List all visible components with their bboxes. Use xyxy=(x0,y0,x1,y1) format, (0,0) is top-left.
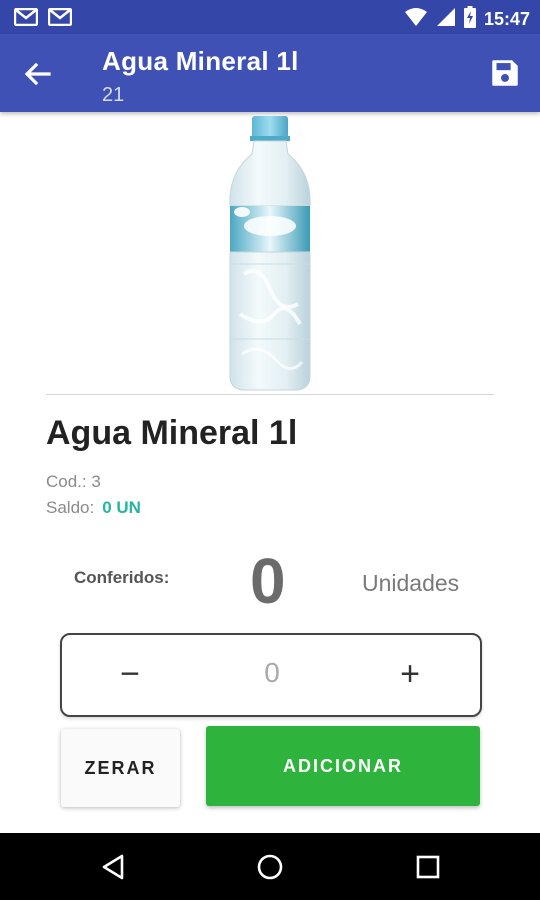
saldo-label: Saldo: xyxy=(46,498,95,517)
clock: 15:47 xyxy=(483,9,530,29)
page-title: Agua Mineral 1l xyxy=(102,46,299,76)
divider xyxy=(46,394,494,395)
conferidos-label: Conferidos: xyxy=(74,568,170,587)
gmail-icon xyxy=(14,8,38,26)
nav-home-button[interactable] xyxy=(254,851,286,883)
back-button[interactable] xyxy=(22,58,54,90)
product-name: Agua Mineral 1l xyxy=(46,414,298,452)
arrow-back-icon xyxy=(24,62,51,86)
nav-back-icon xyxy=(102,854,124,880)
page-subtitle: 21 xyxy=(102,84,125,106)
signal-icon xyxy=(436,7,456,32)
increment-button[interactable]: + xyxy=(390,649,430,699)
zerar-button[interactable]: ZERAR xyxy=(61,729,180,807)
system-icons: 15:47 xyxy=(404,6,530,33)
battery-charging-icon xyxy=(463,6,476,33)
saldo-row: Saldo: 0 UN xyxy=(46,498,141,518)
notification-icons xyxy=(14,8,72,26)
wifi-icon xyxy=(404,7,428,32)
adicionar-button[interactable]: ADICIONAR xyxy=(206,726,480,806)
save-button[interactable] xyxy=(488,56,522,90)
product-code: Cod.: 3 xyxy=(46,472,101,491)
product-image xyxy=(200,114,340,394)
gmail-icon xyxy=(48,8,72,26)
status-bar: 15:47 xyxy=(0,0,540,34)
quantity-input[interactable]: 0 xyxy=(222,657,322,689)
water-bottle-image xyxy=(229,116,311,391)
nav-home-icon xyxy=(257,854,283,880)
app-bar: Agua Mineral 1l 21 xyxy=(0,34,540,112)
saldo-value: 0 UN xyxy=(102,498,141,517)
nav-recents-icon xyxy=(416,855,440,879)
nav-recents-button[interactable] xyxy=(412,851,444,883)
nav-back-button[interactable] xyxy=(98,851,130,883)
unit-label: Unidades xyxy=(362,570,460,596)
quantity-stepper: − 0 + xyxy=(60,633,482,717)
decrement-button[interactable]: − xyxy=(110,649,150,699)
system-nav-bar xyxy=(0,833,540,900)
save-icon xyxy=(492,60,518,86)
conferidos-value: 0 xyxy=(250,545,286,617)
